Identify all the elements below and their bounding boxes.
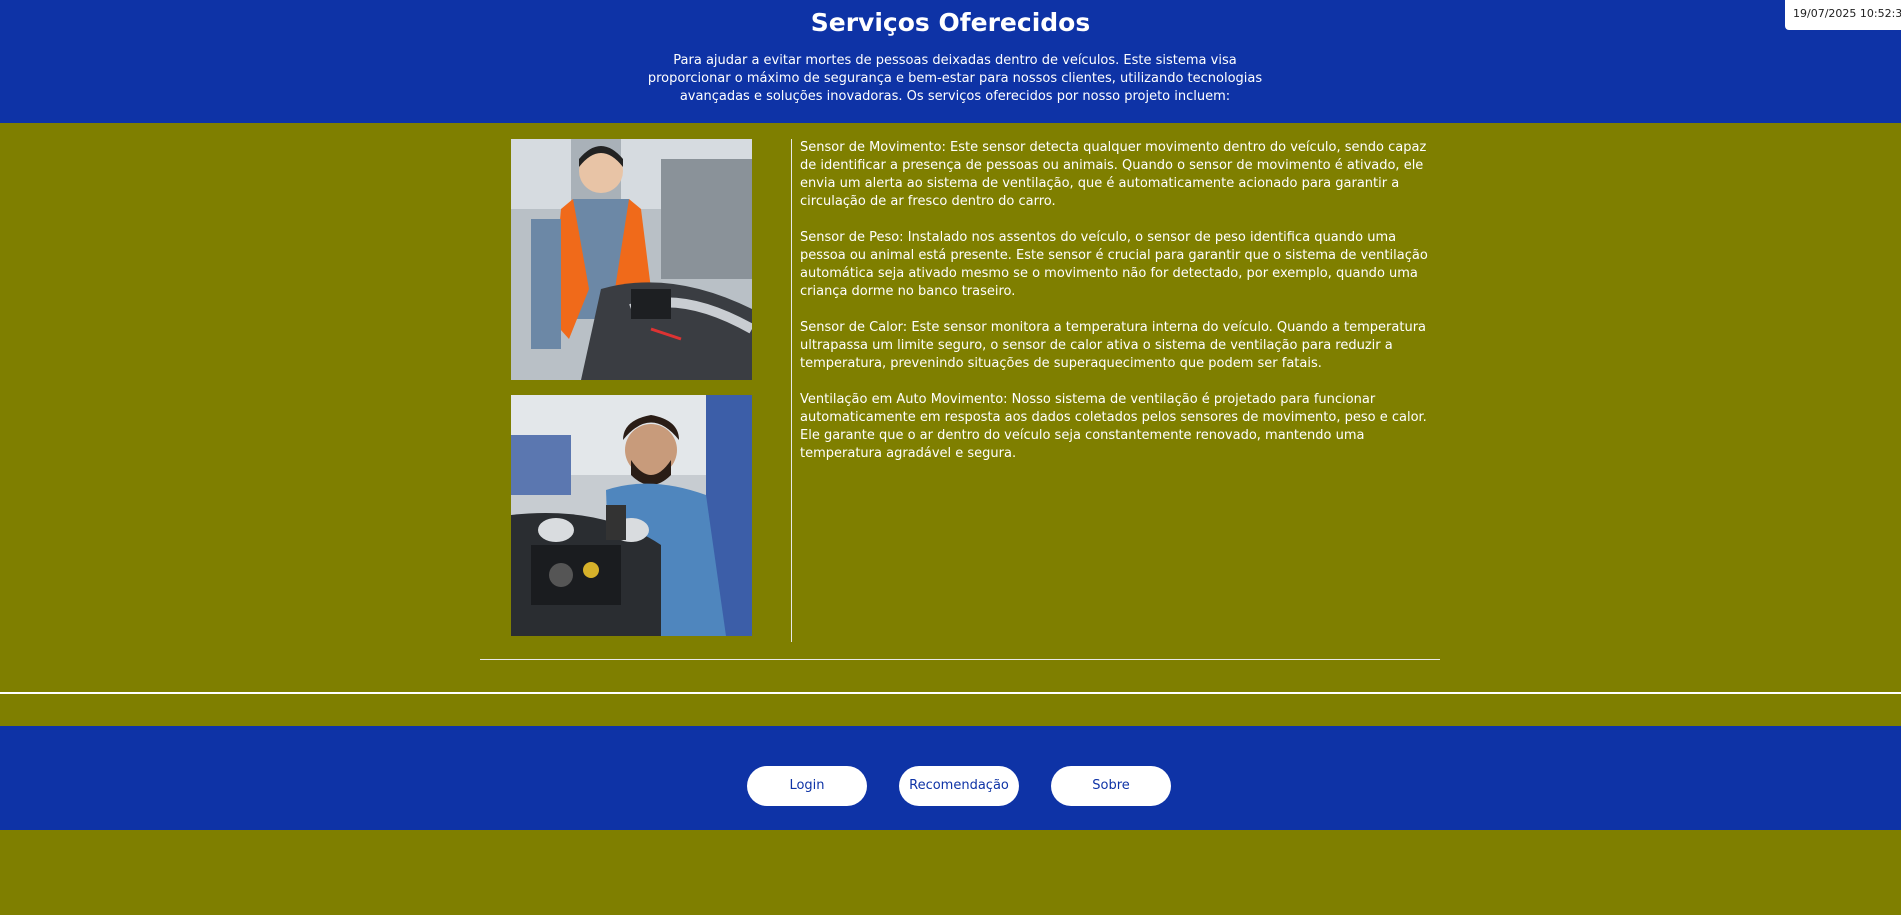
timestamp-badge: 19/07/2025 10:52:39	[1785, 0, 1901, 30]
footer: Login Recomendação Sobre	[0, 726, 1901, 830]
about-button[interactable]: Sobre	[1051, 766, 1171, 806]
vertical-divider	[791, 139, 792, 642]
recommendation-button[interactable]: Recomendação	[899, 766, 1019, 806]
content-divider	[480, 659, 1440, 660]
service-auto-ventilation: Ventilação em Auto Movimento: Nosso sist…	[800, 392, 1427, 461]
services-list: Sensor de Movimento: Este sensor detecta…	[800, 139, 1440, 481]
page-title: Serviços Oferecidos	[810, 8, 1091, 37]
service-weight-sensor: Sensor de Peso: Instalado nos assentos d…	[800, 230, 1428, 299]
mechanic-photo-2	[511, 395, 752, 636]
header: Serviços Oferecidos Para ajudar a evitar…	[0, 0, 1901, 123]
intro-text: Para ajudar a evitar mortes de pessoas d…	[647, 53, 1263, 104]
service-motion-sensor: Sensor de Movimento: Este sensor detecta…	[800, 140, 1427, 209]
section-divider	[0, 692, 1901, 694]
login-button[interactable]: Login	[747, 766, 867, 806]
service-heat-sensor: Sensor de Calor: Este sensor monitora a …	[800, 320, 1427, 371]
mechanic-photo-1	[511, 139, 752, 380]
